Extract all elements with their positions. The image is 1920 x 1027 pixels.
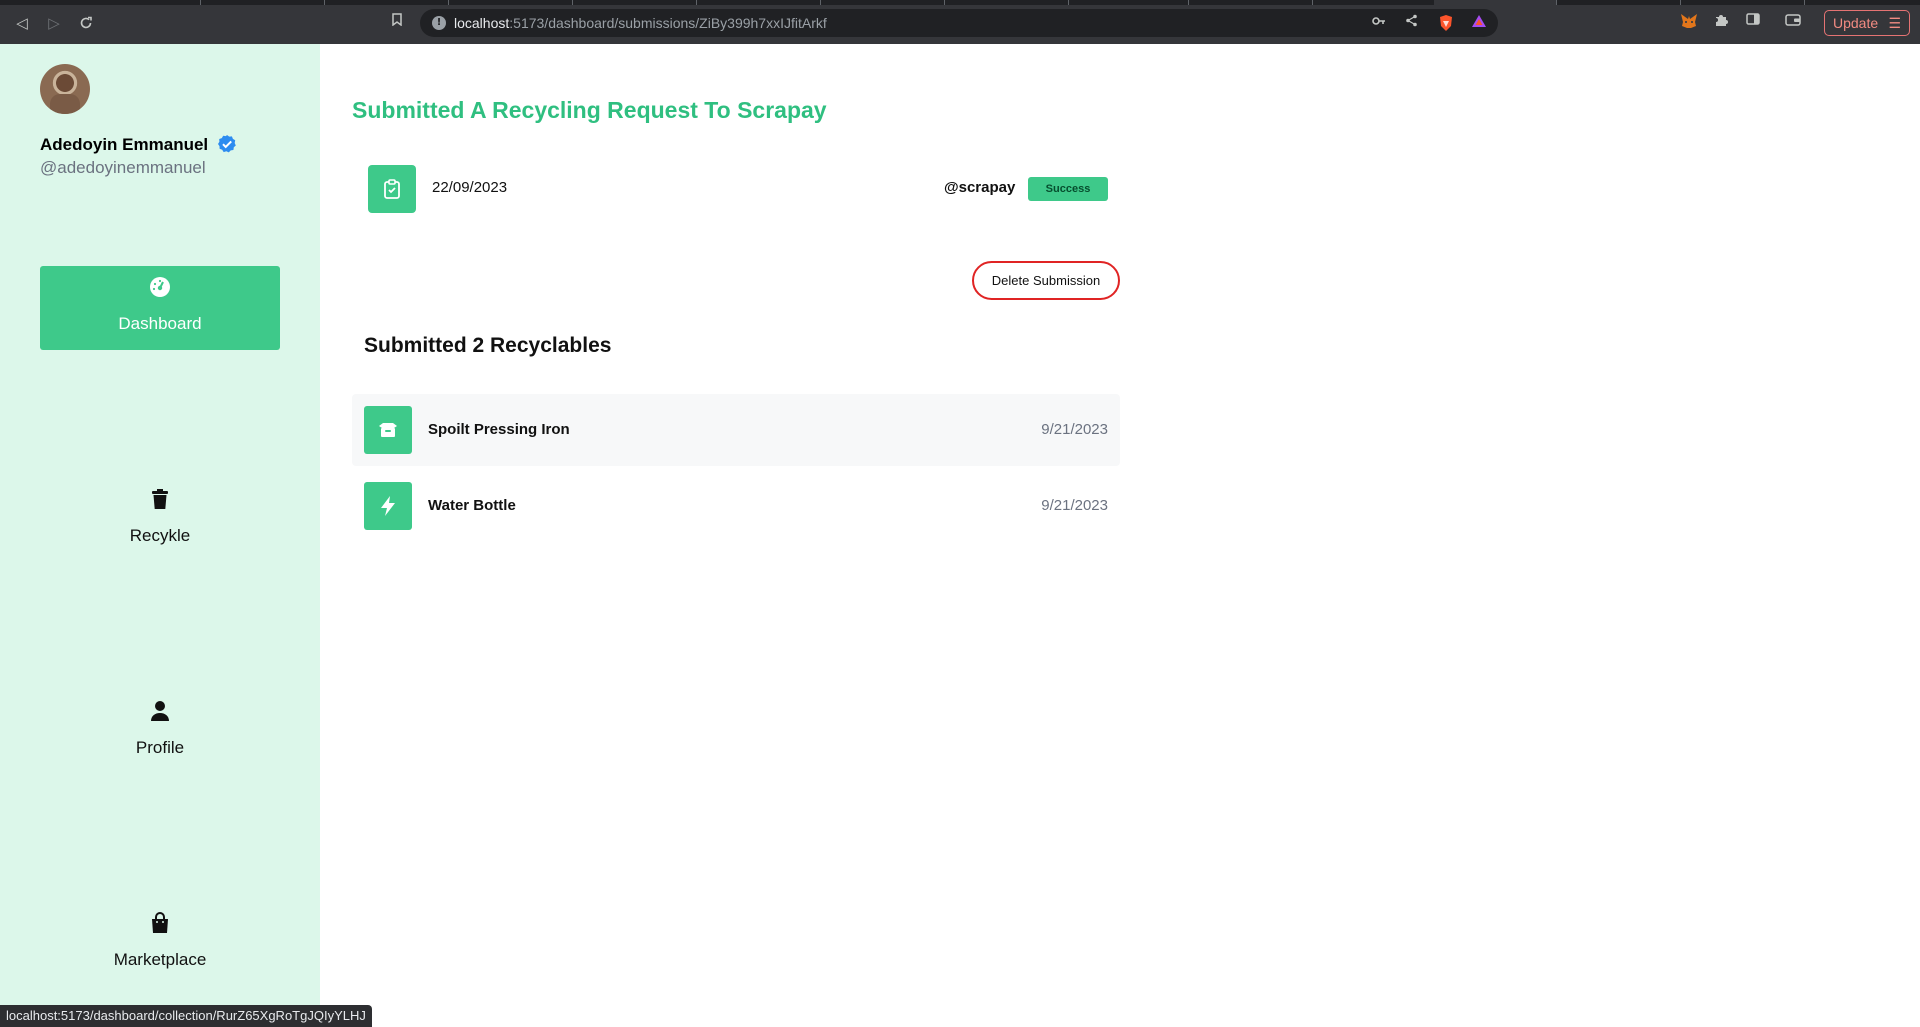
sidebar-item-dashboard[interactable]: Dashboard bbox=[40, 266, 280, 350]
avatar[interactable] bbox=[40, 64, 90, 114]
sidebar-item-label: Profile bbox=[135, 738, 185, 757]
item-date: 9/21/2023 bbox=[1041, 497, 1108, 514]
site-info-icon[interactable]: ! bbox=[432, 16, 446, 30]
sidebar-item-marketplace[interactable]: Marketplace bbox=[40, 902, 280, 986]
delete-submission-button[interactable]: Delete Submission bbox=[972, 261, 1120, 300]
sidebar: Adedoyin Emmanuel @adedoyinemmanuel Dash… bbox=[0, 44, 320, 1027]
section-title: Submitted 2 Recyclables bbox=[364, 334, 612, 357]
submission-icon-tile bbox=[368, 165, 416, 213]
brave-rewards-icon[interactable] bbox=[1470, 14, 1488, 32]
item-name: Water Bottle bbox=[428, 497, 516, 514]
reload-icon[interactable] bbox=[75, 12, 97, 34]
back-icon[interactable]: ◁ bbox=[11, 12, 33, 34]
menu-icon[interactable]: ☰ bbox=[1888, 11, 1901, 35]
item-name: Spoilt Pressing Iron bbox=[428, 421, 570, 438]
sidebar-item-label: Recykle bbox=[129, 526, 191, 545]
address-bar[interactable]: ! localhost:5173/dashboard/submissions/Z… bbox=[420, 9, 1498, 37]
update-label: Update bbox=[1833, 15, 1879, 31]
shopping-bag-icon bbox=[152, 912, 168, 933]
clipboard-check-icon bbox=[384, 179, 400, 199]
lightning-icon bbox=[381, 496, 395, 516]
url-host: localhost bbox=[454, 15, 510, 31]
share-icon[interactable] bbox=[1402, 14, 1420, 32]
item-date: 9/21/2023 bbox=[1041, 421, 1108, 438]
person-icon bbox=[151, 701, 169, 721]
url-path: :5173/dashboard/submissions/ZiBy399h7xxI… bbox=[509, 15, 827, 31]
user-name-row: Adedoyin Emmanuel bbox=[40, 134, 237, 155]
sidebar-toggle-icon[interactable] bbox=[1744, 13, 1762, 31]
sidebar-item-recykle[interactable]: Recykle bbox=[40, 478, 280, 562]
sidebar-item-label: Dashboard bbox=[118, 314, 202, 333]
page-title: Submitted A Recycling Request To Scrapay bbox=[352, 97, 827, 123]
list-item[interactable]: Water Bottle 9/21/2023 bbox=[352, 470, 1120, 542]
status-badge: Success bbox=[1028, 177, 1108, 201]
wallet-icon[interactable] bbox=[1784, 13, 1802, 31]
recipient-handle[interactable]: @scrapay bbox=[944, 179, 1015, 196]
key-icon[interactable] bbox=[1370, 14, 1388, 32]
open-box-icon bbox=[379, 423, 397, 437]
item-icon-tile bbox=[364, 482, 412, 530]
trash-icon bbox=[152, 489, 168, 509]
sidebar-item-profile[interactable]: Profile bbox=[40, 690, 280, 774]
user-handle: @adedoyinemmanuel bbox=[40, 158, 206, 177]
link-preview-url: localhost:5173/dashboard/collection/RurZ… bbox=[0, 1005, 372, 1027]
sidebar-item-label: Marketplace bbox=[113, 950, 207, 969]
submission-date: 22/09/2023 bbox=[432, 179, 508, 196]
extensions-puzzle-icon[interactable] bbox=[1712, 13, 1730, 31]
tab-strip[interactable] bbox=[0, 0, 1920, 5]
update-button[interactable]: Update ☰ bbox=[1824, 10, 1910, 36]
bookmark-icon[interactable] bbox=[388, 13, 406, 31]
item-icon-tile bbox=[364, 406, 412, 454]
gauge-icon bbox=[150, 277, 170, 297]
forward-icon[interactable]: ▷ bbox=[43, 12, 65, 34]
list-item[interactable]: Spoilt Pressing Iron 9/21/2023 bbox=[352, 394, 1120, 466]
user-name: Adedoyin Emmanuel bbox=[40, 135, 209, 154]
browser-toolbar: ◁ ▷ ! localhost:5173/dashboard/submissio… bbox=[0, 0, 1920, 44]
verified-badge-icon bbox=[217, 135, 236, 153]
brave-shield-icon[interactable] bbox=[1437, 14, 1455, 32]
metamask-fox-icon[interactable] bbox=[1680, 13, 1698, 31]
